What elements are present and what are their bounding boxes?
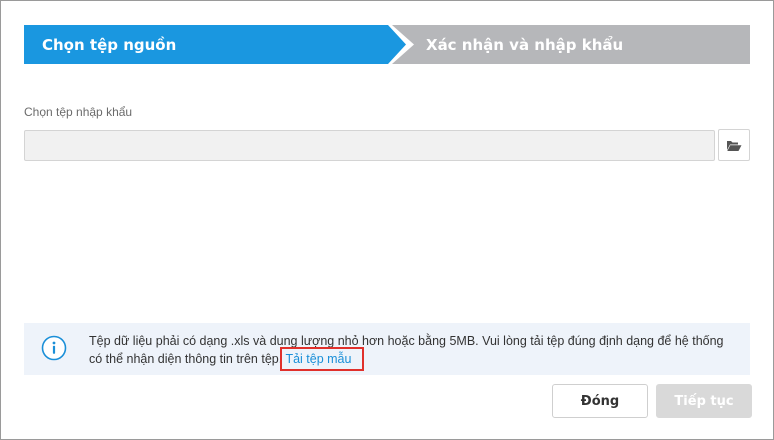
close-button[interactable]: Đóng <box>552 384 648 418</box>
folder-open-icon <box>727 140 742 151</box>
step-2-label: Xác nhận và nhập khẩu <box>426 35 624 54</box>
info-circle-icon <box>41 335 67 361</box>
import-dialog: Chọn tệp nguồn Xác nhận và nhập khẩu Chọ… <box>0 0 774 440</box>
info-message: Tệp dữ liệu phải có dạng .xls và dung lư… <box>89 332 739 371</box>
browse-file-button[interactable] <box>718 129 750 161</box>
import-stepper: Chọn tệp nguồn Xác nhận và nhập khẩu <box>24 25 750 64</box>
step-confirm-and-import: Xác nhận và nhập khẩu <box>390 25 750 64</box>
info-message-text: Tệp dữ liệu phải có dạng .xls và dung lư… <box>89 334 724 366</box>
step-choose-source-file: Chọn tệp nguồn <box>24 25 406 64</box>
download-template-link[interactable]: Tải tệp mẫu <box>280 347 365 371</box>
file-field-label: Chọn tệp nhập khẩu <box>24 105 133 119</box>
info-notice: Tệp dữ liệu phải có dạng .xls và dung lư… <box>24 323 750 375</box>
file-path-input[interactable] <box>24 130 715 161</box>
step-1-label: Chọn tệp nguồn <box>42 35 177 54</box>
next-button[interactable]: Tiếp tục <box>656 384 752 418</box>
